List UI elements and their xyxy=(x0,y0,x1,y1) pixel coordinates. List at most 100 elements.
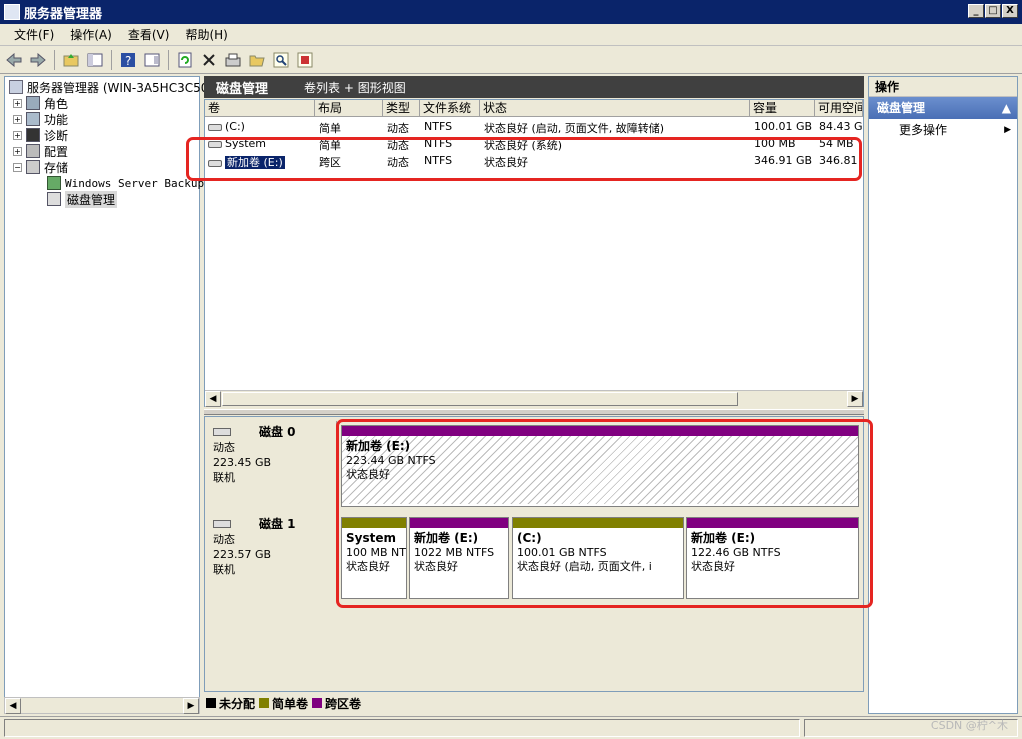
partition-status: 状态良好 xyxy=(346,560,390,573)
actions-pane: 操作 磁盘管理 ▲ 更多操作 ▶ xyxy=(868,76,1018,714)
legend: 未分配 简单卷 跨区卷 xyxy=(206,694,862,712)
disk-info[interactable]: 磁盘 1 动态 223.57 GB 联机 xyxy=(207,513,337,601)
tree-item-label: 磁盘管理 xyxy=(65,190,118,208)
tree-item-diagnostics[interactable]: + 诊断 xyxy=(13,127,68,143)
scroll-right-icon[interactable]: ▶ xyxy=(847,391,863,407)
refresh-icon[interactable] xyxy=(175,50,195,70)
tree-item-roles[interactable]: + 角色 xyxy=(13,95,68,111)
legend-item-unallocated: 未分配 xyxy=(206,695,255,712)
partition-size: 122.46 GB NTFS xyxy=(691,546,781,559)
partition-status: 状态良好 (启动, 页面文件, i xyxy=(517,560,652,573)
partition-status: 状态良好 xyxy=(346,468,390,481)
page-title: 磁盘管理 xyxy=(216,81,269,97)
volume-status: 状态良好 xyxy=(484,156,528,169)
tree-item-features[interactable]: + 功能 xyxy=(13,111,68,127)
menu-action[interactable]: 操作(A) xyxy=(62,24,120,45)
window-title: 服务器管理器 xyxy=(24,6,103,22)
volume-type: 动态 xyxy=(387,139,409,152)
expand-icon[interactable]: + xyxy=(13,130,22,140)
volume-status: 状态良好 (系统) xyxy=(484,139,563,152)
disk-0-row[interactable]: 磁盘 0 动态 223.45 GB 联机 新加卷 (E:) 223.44 GB … xyxy=(207,421,861,511)
disk-properties-icon[interactable] xyxy=(223,50,243,70)
scroll-left-icon[interactable]: ◀ xyxy=(5,698,21,714)
help-icon[interactable]: ? xyxy=(118,50,138,70)
column-header-volume[interactable]: 卷 xyxy=(205,100,315,117)
partition-title: 新加卷 (E:) xyxy=(691,531,756,545)
column-header-filesystem[interactable]: 文件系统 xyxy=(420,100,480,117)
svg-text:?: ? xyxy=(125,54,131,68)
table-row[interactable]: System 简单 动态 NTFS 状态良好 (系统) 100 MB 54 MB xyxy=(205,135,863,152)
back-icon[interactable] xyxy=(4,50,24,70)
volume-free-space: 84.43 G xyxy=(819,120,863,133)
partition-size: 1022 MB NTFS xyxy=(414,546,495,559)
delete-icon[interactable] xyxy=(199,50,219,70)
tree-item-label: 诊断 xyxy=(44,128,69,143)
disk-icon xyxy=(213,428,231,436)
partition-color-bar xyxy=(342,518,406,528)
tree-item-windows-server-backup[interactable]: Windows Server Backup xyxy=(47,175,204,191)
partition-color-bar xyxy=(513,518,683,528)
disk-graphical-view: 磁盘 0 动态 223.45 GB 联机 新加卷 (E:) 223.44 GB … xyxy=(204,416,864,692)
tree-item-storage[interactable]: − 存储 xyxy=(13,159,68,175)
partition-system[interactable]: System 100 MB NT 状态良好 xyxy=(341,517,407,599)
settings-icon[interactable] xyxy=(295,50,315,70)
status-cell xyxy=(4,719,800,737)
tree-item-disk-management[interactable]: 磁盘管理 xyxy=(47,190,118,208)
volume-capacity: 100 MB xyxy=(754,137,796,150)
menu-file[interactable]: 文件(F) xyxy=(6,24,62,45)
pane-splitter[interactable] xyxy=(204,409,864,415)
search-disk-icon[interactable] xyxy=(271,50,291,70)
expand-icon[interactable]: + xyxy=(13,114,22,124)
actions-section-disk-management[interactable]: 磁盘管理 ▲ xyxy=(869,97,1017,119)
close-button[interactable]: X xyxy=(1002,4,1018,18)
disk-1-row[interactable]: 磁盘 1 动态 223.57 GB 联机 System 100 MB NT 状态… xyxy=(207,513,861,603)
column-header-capacity[interactable]: 容量 xyxy=(750,100,815,117)
partition-spanned-e[interactable]: 新加卷 (E:) 223.44 GB NTFS 状态良好 xyxy=(341,425,859,507)
forward-icon[interactable] xyxy=(28,50,48,70)
table-row[interactable]: (C:) 简单 动态 NTFS 状态良好 (启动, 页面文件, 故障转储) 10… xyxy=(205,118,863,135)
volume-icon xyxy=(208,123,222,131)
tree-horizontal-scrollbar[interactable]: ◀ ▶ xyxy=(4,697,200,714)
expand-icon[interactable]: + xyxy=(13,98,22,108)
volume-name: 新加卷 (E:) xyxy=(225,156,285,169)
column-header-free-space[interactable]: 可用空间 xyxy=(815,100,863,117)
more-actions-item[interactable]: 更多操作 ▶ xyxy=(869,119,1017,141)
partition-spanned-e[interactable]: 新加卷 (E:) 122.46 GB NTFS 状态良好 xyxy=(686,517,859,599)
open-folder-icon[interactable] xyxy=(247,50,267,70)
menu-view[interactable]: 查看(V) xyxy=(120,24,178,45)
partition-color-bar xyxy=(410,518,508,528)
tree-root[interactable]: 服务器管理器 (WIN-3A5HC3C504 xyxy=(9,79,216,95)
menu-help[interactable]: 帮助(H) xyxy=(177,24,235,45)
table-row-selected[interactable]: 新加卷 (E:) 跨区 动态 NTFS 状态良好 346.91 GB 346.8… xyxy=(205,152,863,169)
server-manager-icon xyxy=(4,4,20,20)
column-header-layout[interactable]: 布局 xyxy=(315,100,383,117)
maximize-button[interactable]: □ xyxy=(985,4,1001,18)
scroll-thumb[interactable] xyxy=(222,392,738,406)
partition-spanned-e[interactable]: 新加卷 (E:) 1022 MB NTFS 状态良好 xyxy=(409,517,509,599)
expand-icon[interactable]: + xyxy=(13,146,22,156)
disk-icon xyxy=(213,520,231,528)
partition-color-bar xyxy=(342,426,858,436)
volume-list-horizontal-scrollbar[interactable]: ◀ ▶ xyxy=(205,390,863,407)
scroll-left-icon[interactable]: ◀ xyxy=(205,391,221,407)
up-folder-icon[interactable] xyxy=(61,50,81,70)
properties-view-icon[interactable] xyxy=(142,50,162,70)
tree-root-label: 服务器管理器 (WIN-3A5HC3C504 xyxy=(27,80,217,95)
partition-title: 新加卷 (E:) xyxy=(414,531,479,545)
disk-size: 223.57 GB xyxy=(213,548,272,561)
tree-item-label: 存储 xyxy=(44,160,69,175)
partition-c[interactable]: (C:) 100.01 GB NTFS 状态良好 (启动, 页面文件, i xyxy=(512,517,684,599)
collapse-icon[interactable]: ▲ xyxy=(1002,97,1011,119)
disk-info[interactable]: 磁盘 0 动态 223.45 GB 联机 xyxy=(207,421,337,509)
tree-item-configuration[interactable]: + 配置 xyxy=(13,143,68,159)
scroll-right-icon[interactable]: ▶ xyxy=(183,698,199,714)
disk-state: 联机 xyxy=(213,563,235,576)
column-header-type[interactable]: 类型 xyxy=(383,100,420,117)
show-hide-console-tree-icon[interactable] xyxy=(85,50,105,70)
minimize-button[interactable]: _ xyxy=(968,4,984,18)
collapse-icon[interactable]: − xyxy=(13,162,22,172)
column-header-status[interactable]: 状态 xyxy=(480,100,750,117)
console-tree: 服务器管理器 (WIN-3A5HC3C504 + 角色 + 功能 + 诊断 + … xyxy=(4,76,216,714)
partition-title: System xyxy=(346,531,396,545)
volume-layout: 简单 xyxy=(319,139,341,152)
